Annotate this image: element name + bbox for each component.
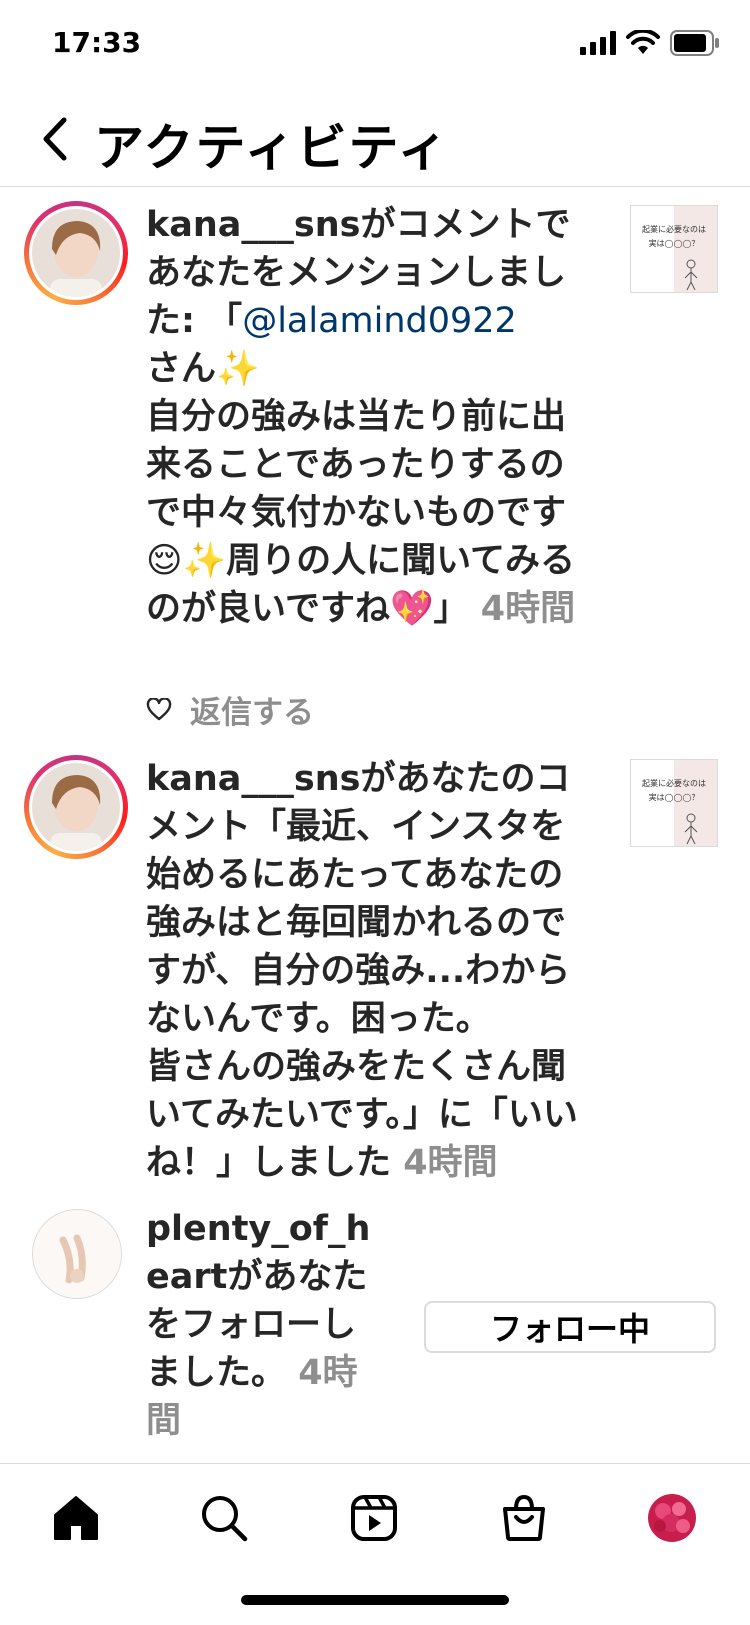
svg-text:実は◯◯◯？: 実は◯◯◯？ [649,238,700,248]
activity-text: plenty_of_heartがあなたをフォローしました。 4時間 [146,1209,371,1441]
tab-profile[interactable] [642,1488,702,1548]
svg-text:実は◯◯◯？: 実は◯◯◯？ [649,792,700,802]
wifi-icon [626,30,660,54]
username-link[interactable]: kana___sns [146,759,361,799]
post-thumbnail[interactable]: 起業に必要なのは 実は◯◯◯？ [630,759,718,847]
heart-icon[interactable] [146,697,172,722]
activity-text: kana___snsがコメントであなたをメンションしました: 「@lalamin… [146,205,576,629]
svg-text:起業に必要なのは: 起業に必要なのは [642,224,706,234]
header: アクティビティ [0,90,750,187]
tab-search[interactable] [194,1488,254,1548]
mention-link[interactable]: @lalamind0922 [242,301,517,341]
following-button[interactable]: フォロー中 [424,1301,716,1353]
reply-button[interactable]: 返信する [190,687,314,732]
avatar [32,763,120,851]
status-time: 17:33 [52,26,142,59]
shopping-bag-icon [503,1494,545,1541]
home-icon [54,1496,98,1540]
tab-shop[interactable] [494,1488,554,1548]
post-thumbnail[interactable]: 起業に必要なのは 実は◯◯◯？ [630,205,718,293]
tab-home[interactable] [46,1488,106,1548]
home-indicator [241,1595,509,1605]
avatar-story-ring[interactable] [24,201,128,305]
page-title: アクティビティ [94,119,450,177]
back-button[interactable] [36,114,76,164]
status-icons [580,30,720,56]
timestamp: 4時間 [480,589,576,629]
signal-icon [580,31,616,55]
tab-reels[interactable] [344,1488,404,1548]
reels-icon [351,1495,397,1541]
username-link[interactable]: kana___sns [146,205,361,245]
status-bar: 17:33 [0,0,750,90]
avatar-story-ring[interactable] [24,755,128,859]
avatar [32,209,120,297]
activity-feed: kana___snsがコメントであなたをメンションしました: 「@lalamin… [0,187,750,1463]
activity-text: kana___snsがあなたのコメント「最近、インスタを始めるにあたってあなたの… [146,759,578,1183]
timestamp: 4時間 [403,1143,498,1183]
profile-avatar [648,1494,696,1542]
reply-row: 返信する [146,687,314,732]
avatar[interactable] [32,1209,122,1299]
activity-item-like[interactable]: kana___snsがあなたのコメント「最近、インスタを始めるにあたってあなたの… [0,755,750,1195]
svg-text:起業に必要なのは: 起業に必要なのは [642,778,706,788]
chevron-left-icon [43,117,67,161]
activity-item-mention[interactable]: kana___snsがコメントであなたをメンションしました: 「@lalamin… [0,201,750,751]
activity-item-follow[interactable]: plenty_of_heartがあなたをフォローしました。 4時間 フォロー中 [0,1205,750,1463]
battery-icon [670,30,719,56]
search-icon [202,1496,248,1542]
